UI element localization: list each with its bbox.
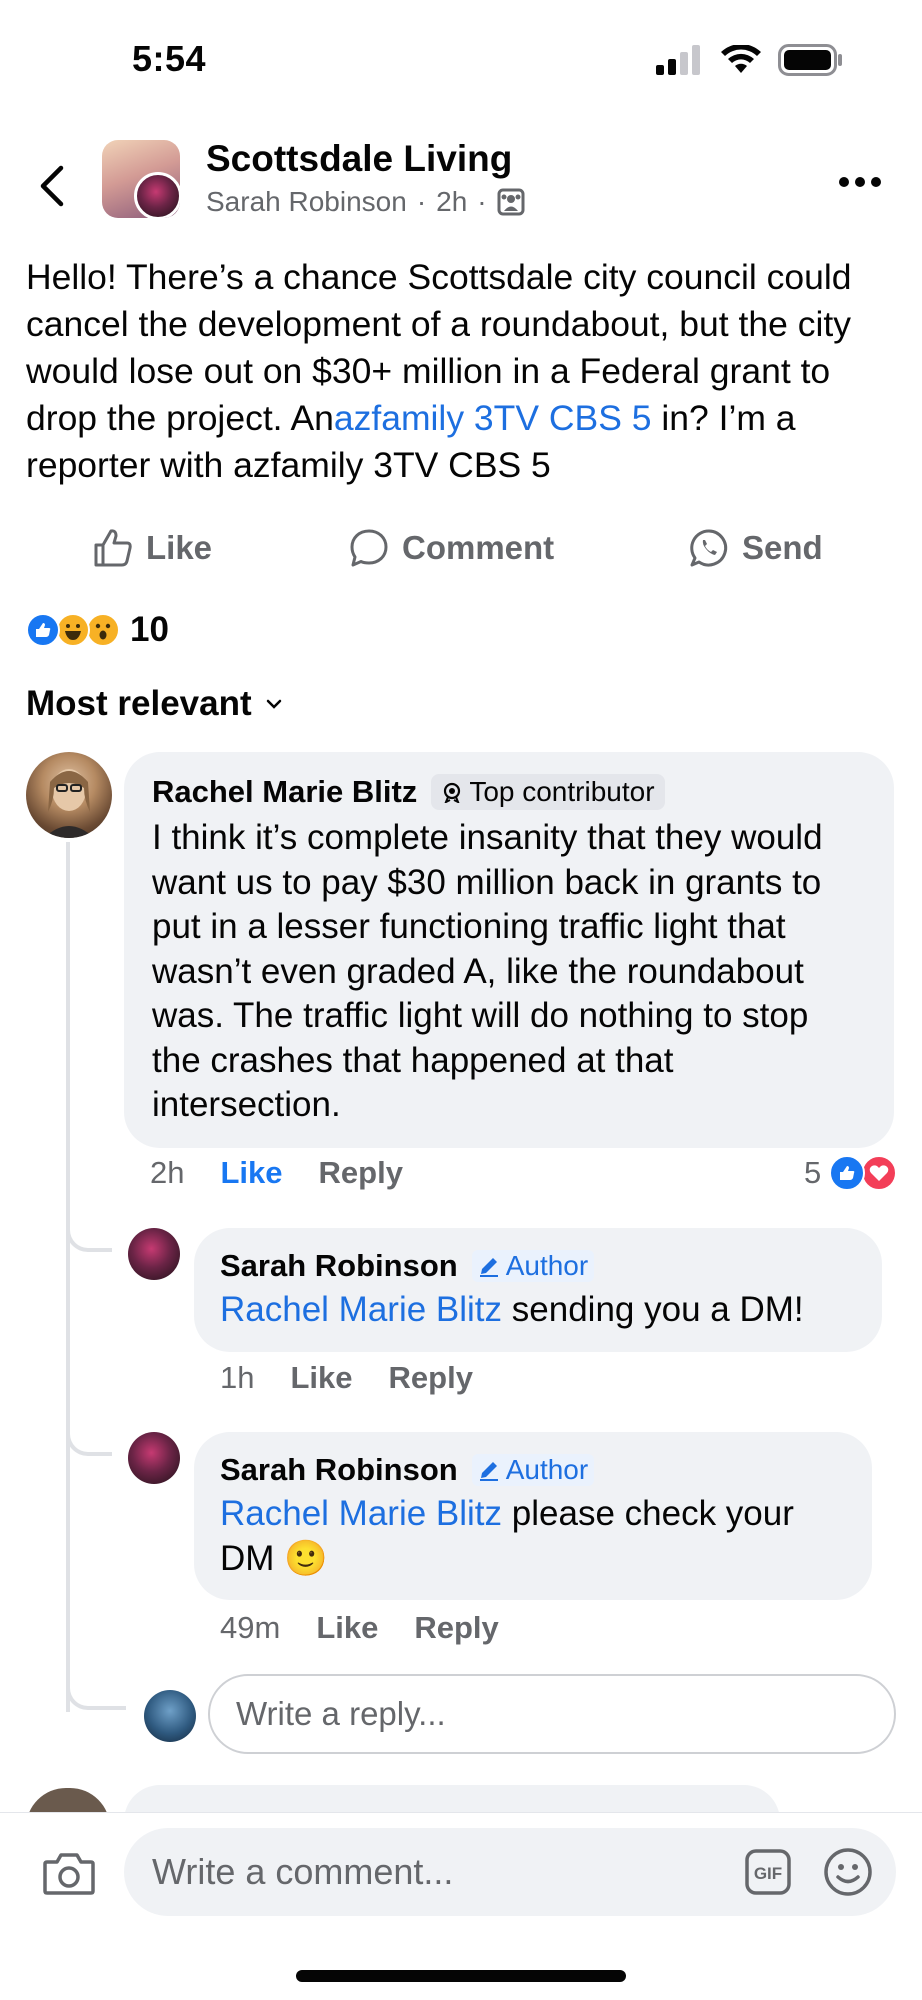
reply-time: 49m	[220, 1610, 281, 1645]
reply-author-avatar[interactable]	[128, 1228, 180, 1280]
reply-bubble: Sarah Robinson Author Rachel Marie Blitz…	[194, 1228, 882, 1352]
author-mini-avatar	[134, 172, 180, 218]
reply-like-button[interactable]: Like	[290, 1360, 352, 1396]
reply-like-button[interactable]: Like	[316, 1610, 378, 1646]
camera-button[interactable]	[42, 1850, 96, 1901]
like-reaction-icon	[26, 613, 60, 647]
thread-branch	[66, 1226, 112, 1252]
award-icon	[444, 782, 461, 803]
wow-reaction-icon	[86, 613, 120, 647]
more-options-button[interactable]	[830, 160, 890, 204]
reply-header: Sarah Robinson Author	[220, 1452, 846, 1488]
reaction-count: 10	[130, 610, 169, 649]
chevron-left-icon	[40, 165, 64, 207]
comment-header: Rachel Marie Blitz Top contributor	[152, 774, 866, 810]
comment-sort-dropdown[interactable]: Most relevant	[26, 684, 282, 724]
cellular-signal-icon	[656, 45, 700, 75]
like-action-button[interactable]: Like	[92, 527, 212, 569]
more-horizontal-icon	[839, 177, 881, 187]
reply-text: Rachel Marie Blitz sending you a DM!	[220, 1288, 856, 1333]
reply-reply-button[interactable]: Reply	[389, 1360, 473, 1396]
like-label: Like	[146, 529, 213, 566]
reply-bubble: Sarah Robinson Author Rachel Marie Blitz…	[194, 1432, 872, 1600]
post-author[interactable]: Sarah Robinson	[206, 186, 407, 218]
comment-reactions[interactable]: 5	[804, 1155, 898, 1191]
reply-author-avatar[interactable]	[128, 1432, 180, 1484]
mention-link[interactable]: Rachel Marie Blitz	[220, 1494, 502, 1533]
reply-author-name[interactable]: Sarah Robinson	[220, 1248, 458, 1284]
current-user-avatar	[144, 1690, 196, 1742]
comment-bubble: Rachel Marie Blitz Top contributor I thi…	[124, 752, 894, 1148]
reply-header: Sarah Robinson Author	[220, 1248, 856, 1284]
thumbs-up-icon	[94, 529, 132, 567]
reply-input-placeholder: Write a reply...	[236, 1695, 446, 1732]
post-body: Hello! There’s a chance Scottsdale city …	[26, 254, 896, 489]
emoji-icon	[824, 1848, 872, 1896]
whatsapp-icon	[690, 529, 728, 567]
chevron-down-icon	[266, 699, 281, 709]
wifi-icon	[721, 45, 761, 73]
top-contributor-badge: Top contributor	[431, 774, 665, 810]
reply-text: Rachel Marie Blitz please check your DM …	[220, 1492, 846, 1581]
comment-bubble-icon	[350, 529, 388, 567]
back-button[interactable]	[30, 158, 74, 214]
reply-input[interactable]: Write a reply...	[208, 1674, 896, 1754]
mention-link[interactable]: Rachel Marie Blitz	[220, 1290, 502, 1329]
comment-meta: 2h Like Reply	[150, 1155, 439, 1191]
send-label: Send	[742, 529, 823, 566]
post-time: 2h	[436, 186, 468, 217]
author-badge: Author	[471, 1250, 595, 1282]
post-link[interactable]: azfamily 3TV CBS 5	[334, 398, 652, 438]
comment-reply-button[interactable]: Reply	[319, 1155, 403, 1191]
reply-reply-button[interactable]: Reply	[414, 1610, 498, 1646]
reactions-summary[interactable]: 10	[26, 610, 169, 650]
haha-reaction-icon	[56, 613, 90, 647]
group-avatar[interactable]	[102, 140, 180, 218]
group-name[interactable]: Scottsdale Living	[206, 138, 512, 180]
comment-text: I think it’s complete insanity that they…	[152, 818, 823, 1124]
badge-label: Top contributor	[469, 776, 655, 807]
comment-time: 2h	[150, 1155, 185, 1190]
person-photo-icon	[44, 769, 94, 838]
commenter-avatar[interactable]	[26, 752, 112, 838]
pencil-icon	[479, 1258, 498, 1277]
gif-icon: GIF	[745, 1849, 791, 1895]
home-indicator[interactable]	[296, 1970, 626, 1982]
thread-line	[66, 842, 70, 1712]
send-action-button[interactable]: Send	[688, 527, 823, 569]
post-meta: Sarah Robinson · 2h ·	[206, 186, 525, 218]
comment-reaction-count: 5	[804, 1155, 822, 1190]
badge-label: Author	[505, 1454, 589, 1485]
pencil-icon	[479, 1462, 498, 1481]
thread-branch	[66, 1684, 126, 1710]
comment-label: Comment	[402, 529, 555, 566]
sort-label: Most relevant	[26, 684, 252, 723]
group-audience-icon	[497, 188, 525, 216]
badge-label: Author	[505, 1250, 589, 1281]
meta-separator: ·	[477, 186, 487, 217]
post-actions: Like Comment Send	[0, 520, 922, 576]
reply-time: 1h	[220, 1360, 255, 1395]
reply-text-part: sending you a DM!	[502, 1290, 804, 1329]
reply-meta: 49m Like Reply	[220, 1610, 535, 1646]
status-icons	[656, 44, 844, 76]
like-reaction-icon	[829, 1155, 866, 1191]
reply-meta: 1h Like Reply	[220, 1360, 509, 1396]
battery-icon	[778, 44, 842, 76]
reply-author-name[interactable]: Sarah Robinson	[220, 1452, 458, 1488]
svg-text:GIF: GIF	[754, 1864, 782, 1883]
emoji-button[interactable]	[822, 1846, 874, 1903]
gif-button[interactable]: GIF	[744, 1848, 792, 1901]
status-time: 5:54	[132, 38, 207, 79]
comment-like-button[interactable]: Like	[220, 1155, 282, 1191]
facebook-post-comments-screen: 5:54 Scottsdale Living Sarah Robinson ·	[0, 0, 922, 2000]
meta-separator: ·	[416, 186, 427, 217]
comment-action-button[interactable]: Comment	[348, 527, 554, 569]
author-badge: Author	[471, 1454, 595, 1486]
camera-icon	[43, 1853, 95, 1895]
thread-branch	[66, 1430, 112, 1456]
love-reaction-icon	[861, 1155, 898, 1191]
commenter-name[interactable]: Rachel Marie Blitz	[152, 774, 417, 810]
comment-input-placeholder: Write a comment...	[152, 1851, 454, 1892]
